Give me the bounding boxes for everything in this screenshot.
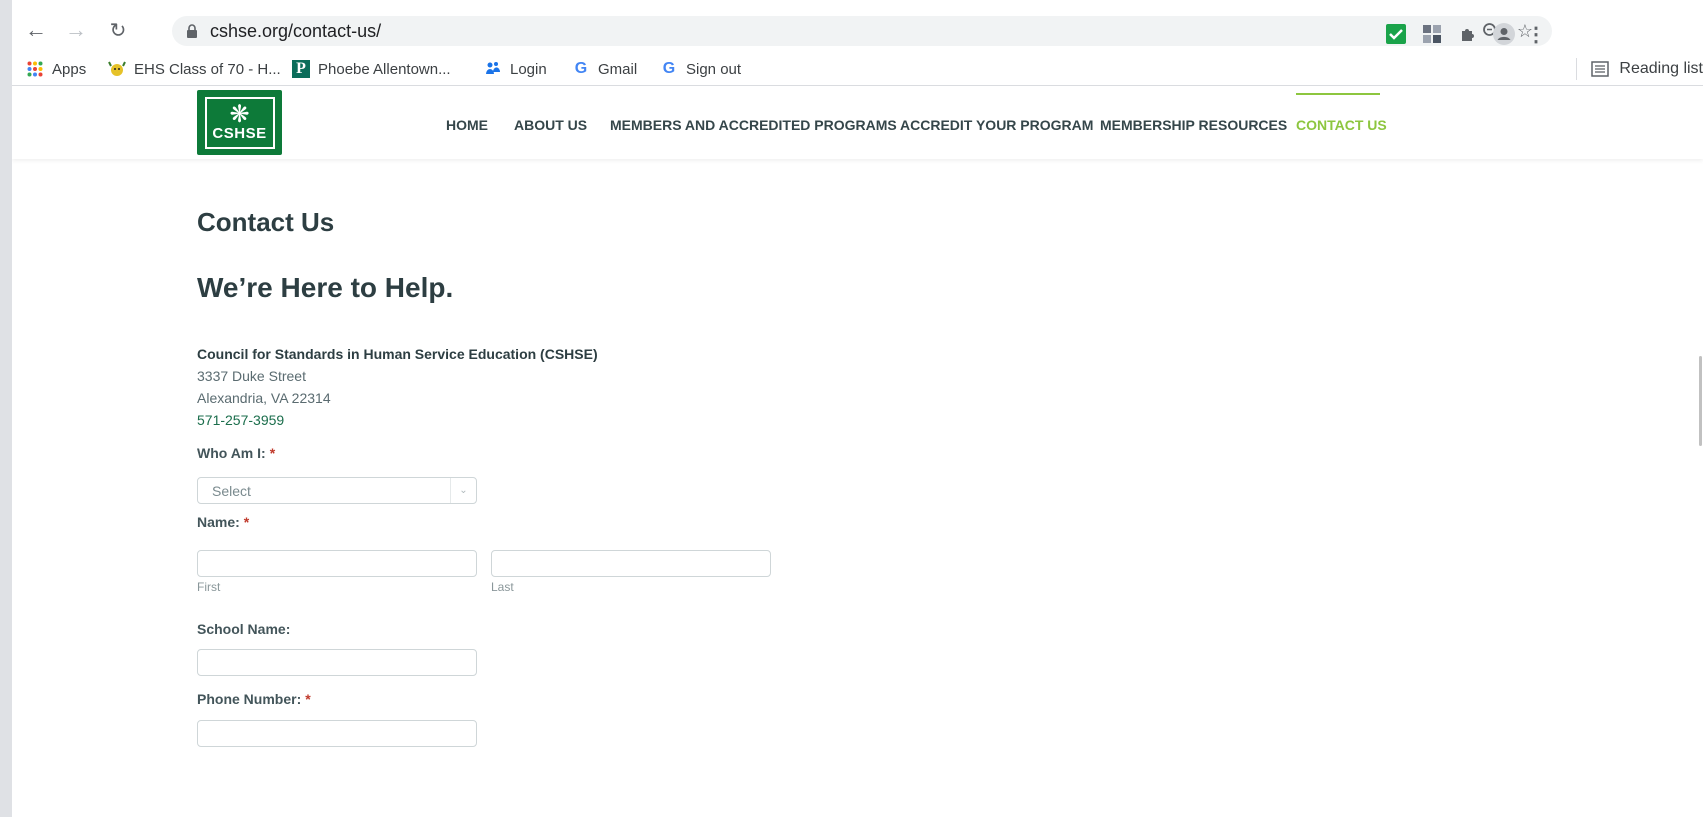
org-name: Council for Standards in Human Service E… (197, 346, 598, 362)
bookmark-label: Phoebe Allentown... (318, 60, 451, 78)
snowflake-icon: ❋ (229, 101, 250, 128)
phone-number-input[interactable] (197, 720, 477, 747)
browser-toolbar: ← → ↻ cshse.org/contact-us/ ☆ ⋮ (12, 0, 1703, 60)
reading-list-label: Reading list (1619, 60, 1703, 77)
scrollbar-thumb[interactable] (1699, 356, 1702, 446)
checkmark-extension-icon[interactable] (1384, 22, 1408, 46)
who-am-i-label: Who Am I: * (197, 445, 275, 461)
address-block: Council for Standards in Human Service E… (197, 343, 598, 431)
browser-window: ← → ↻ cshse.org/contact-us/ ☆ ⋮ Apps EHS… (0, 0, 1703, 817)
bookmark-gmail[interactable]: G Gmail (572, 58, 637, 80)
mascot-icon (108, 60, 126, 78)
reading-list-button[interactable]: Reading list (1576, 58, 1703, 80)
required-mark: * (269, 445, 276, 461)
school-name-input[interactable] (197, 649, 477, 676)
bookmark-label: Gmail (598, 60, 638, 78)
more-menu-icon[interactable]: ⋮ (1524, 22, 1548, 46)
nav-contact-us[interactable]: CONTACT US (1296, 117, 1387, 133)
street-address: 3337 Duke Street (197, 368, 306, 384)
people-icon (484, 60, 502, 78)
bookmark-label: Sign out (686, 60, 742, 78)
bookmark-label: Login (510, 60, 547, 78)
nav-home[interactable]: HOME (446, 117, 488, 133)
bookmark-sign-out[interactable]: G Sign out (660, 58, 741, 80)
lock-icon (187, 24, 197, 38)
reload-icon[interactable]: ↻ (104, 16, 132, 44)
web-page: ❋ CSHSE HOME ABOUT US MEMBERS AND ACCRED… (12, 87, 1703, 817)
back-icon[interactable]: ← (22, 16, 50, 44)
url-text: cshse.org/contact-us/ (210, 21, 382, 41)
school-name-label: School Name: (197, 621, 290, 637)
site-header: ❋ CSHSE HOME ABOUT US MEMBERS AND ACCRED… (12, 87, 1703, 159)
page-title: Contact Us (197, 207, 335, 237)
name-text: Name: (197, 514, 240, 530)
address-bar[interactable]: cshse.org/contact-us/ ☆ (172, 16, 1552, 46)
select-placeholder: Select (212, 482, 251, 499)
extensions-puzzle-icon[interactable] (1456, 22, 1480, 46)
required-mark: * (243, 514, 250, 530)
first-name-input[interactable] (197, 550, 477, 577)
first-name-sublabel: First (197, 580, 221, 594)
who-am-i-select[interactable]: Select ⌄ (197, 477, 477, 504)
nav-members-programs[interactable]: MEMBERS AND ACCREDITED PROGRAMS (610, 117, 897, 133)
nav-membership-resources[interactable]: MEMBERSHIP RESOURCES (1100, 117, 1287, 133)
active-nav-indicator (1296, 93, 1380, 95)
cshse-logo[interactable]: ❋ CSHSE (197, 90, 282, 155)
google-icon: G (574, 60, 588, 77)
phone-link[interactable]: 571-257-3959 (197, 409, 598, 431)
bookmarks-bar: Apps EHS Class of 70 - H... P Phoebe All… (12, 52, 1703, 86)
bookmark-login[interactable]: Login (484, 58, 547, 80)
last-name-sublabel: Last (491, 580, 514, 594)
who-am-i-text: Who Am I: (197, 445, 266, 461)
chevron-down-icon: ⌄ (450, 478, 476, 503)
required-mark: * (305, 691, 311, 707)
page-heading: We’re Here to Help. (197, 272, 454, 303)
school-name-text: School Name: (197, 621, 291, 637)
phone-number-text: Phone Number: (197, 691, 302, 707)
forward-icon[interactable]: → (62, 16, 90, 44)
p-logo-icon: P (292, 60, 310, 78)
city-state-zip: Alexandria, VA 22314 (197, 390, 331, 406)
apps-grid-icon (26, 60, 44, 78)
name-label: Name: * (197, 514, 249, 530)
puzzle-tile-extension-icon[interactable] (1420, 22, 1444, 46)
bookmark-apps[interactable]: Apps (26, 58, 86, 80)
bookmark-label: Apps (52, 60, 87, 78)
logo-text: CSHSE (212, 125, 267, 142)
google-icon: G (662, 60, 676, 77)
reading-list-icon (1591, 61, 1610, 77)
bookmark-phoebe[interactable]: P Phoebe Allentown... (292, 58, 451, 80)
bookmark-ehs-class[interactable]: EHS Class of 70 - H... (108, 58, 281, 80)
profile-avatar-icon[interactable] (1492, 22, 1516, 46)
last-name-input[interactable] (491, 550, 771, 577)
bookmark-label: EHS Class of 70 - H... (134, 60, 281, 78)
page-scrollbar[interactable] (1693, 146, 1703, 646)
nav-about-us[interactable]: ABOUT US (514, 117, 587, 133)
nav-accredit-program[interactable]: ACCREDIT YOUR PROGRAM (900, 117, 1093, 133)
phone-number-label: Phone Number: * (197, 691, 311, 707)
